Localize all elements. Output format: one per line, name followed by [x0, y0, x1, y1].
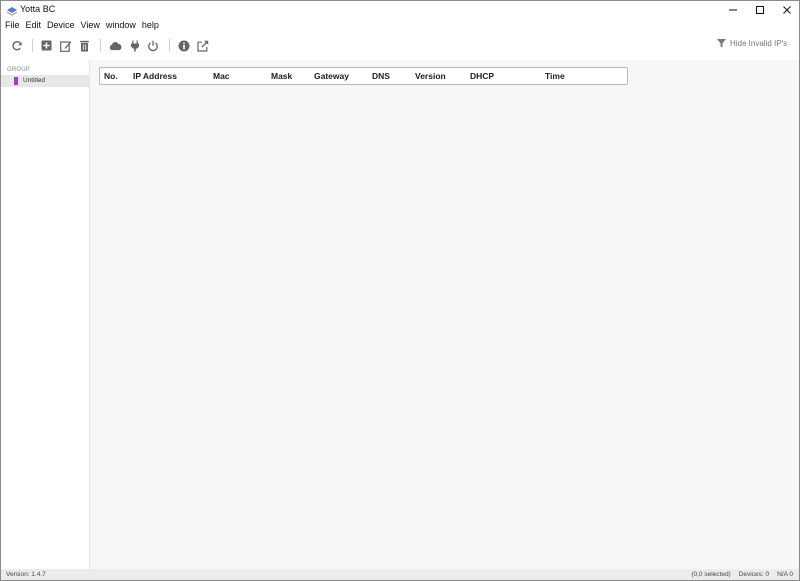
filter-label: Hide Invalid IP's	[730, 39, 788, 48]
menu-file[interactable]: File	[1, 20, 23, 30]
hide-invalid-ips-filter[interactable]: Hide Invalid IP's	[717, 39, 787, 48]
filter-icon	[717, 39, 726, 48]
menu-device[interactable]: Device	[44, 20, 78, 30]
menu-window[interactable]: window	[103, 20, 139, 30]
na-count: N/A 0	[777, 571, 793, 578]
power-icon[interactable]	[146, 39, 159, 52]
menu-help[interactable]: help	[139, 20, 162, 30]
maximize-button[interactable]	[746, 1, 774, 18]
info-icon[interactable]	[177, 39, 190, 52]
app-logo-icon	[6, 4, 18, 16]
menu-edit[interactable]: Edit	[23, 20, 45, 30]
menu-view[interactable]: View	[78, 20, 103, 30]
title-bar: Yotta BC	[1, 1, 799, 18]
plug-icon[interactable]	[128, 39, 141, 52]
app-window: Yotta BC File Edit Device View window he…	[0, 0, 800, 581]
column-header-gateway[interactable]: Gateway	[314, 71, 349, 81]
version-label: Version: 1.4.7	[6, 571, 46, 578]
selection-count: (0,0 selected)	[691, 571, 731, 578]
menu-bar: File Edit Device View window help	[1, 18, 799, 32]
device-count: Devices: 0	[738, 571, 770, 578]
column-header-mac[interactable]: Mac	[213, 71, 230, 81]
group-sidebar: GROUP Untitled	[1, 60, 90, 569]
device-table-header: No. IP Address Mac Mask Gateway DNS Vers…	[99, 67, 628, 85]
toolbar-divider	[32, 39, 33, 52]
toolbar-divider	[169, 39, 170, 52]
column-header-mask[interactable]: Mask	[271, 71, 292, 81]
edit-icon[interactable]	[59, 39, 72, 52]
sidebar-item-label: Untitled	[23, 77, 46, 84]
column-header-no[interactable]: No.	[104, 71, 118, 81]
window-title: Yotta BC	[20, 4, 56, 14]
column-header-dns[interactable]: DNS	[372, 71, 390, 81]
group-color-swatch	[14, 77, 18, 85]
group-header: GROUP	[7, 67, 31, 73]
main-panel: No. IP Address Mac Mask Gateway DNS Vers…	[90, 60, 799, 569]
close-button[interactable]	[773, 1, 799, 18]
delete-icon[interactable]	[78, 39, 91, 52]
column-header-time[interactable]: Time	[545, 71, 565, 81]
column-header-dhcp[interactable]: DHCP	[470, 71, 494, 81]
cloud-icon[interactable]	[109, 39, 122, 52]
status-info: (0,0 selected) Devices: 0 N/A 0	[691, 571, 793, 578]
add-icon[interactable]	[40, 39, 53, 52]
toolbar: Hide Invalid IP's	[1, 32, 799, 60]
status-bar: Version: 1.4.7 (0,0 selected) Devices: 0…	[1, 569, 799, 580]
toolbar-divider	[100, 39, 101, 52]
minimize-button[interactable]	[719, 1, 747, 18]
column-header-version[interactable]: Version	[415, 71, 446, 81]
sidebar-item-untitled[interactable]: Untitled	[1, 75, 89, 87]
external-link-icon[interactable]	[196, 39, 209, 52]
refresh-icon[interactable]	[10, 39, 23, 52]
column-header-ip-address[interactable]: IP Address	[133, 71, 177, 81]
